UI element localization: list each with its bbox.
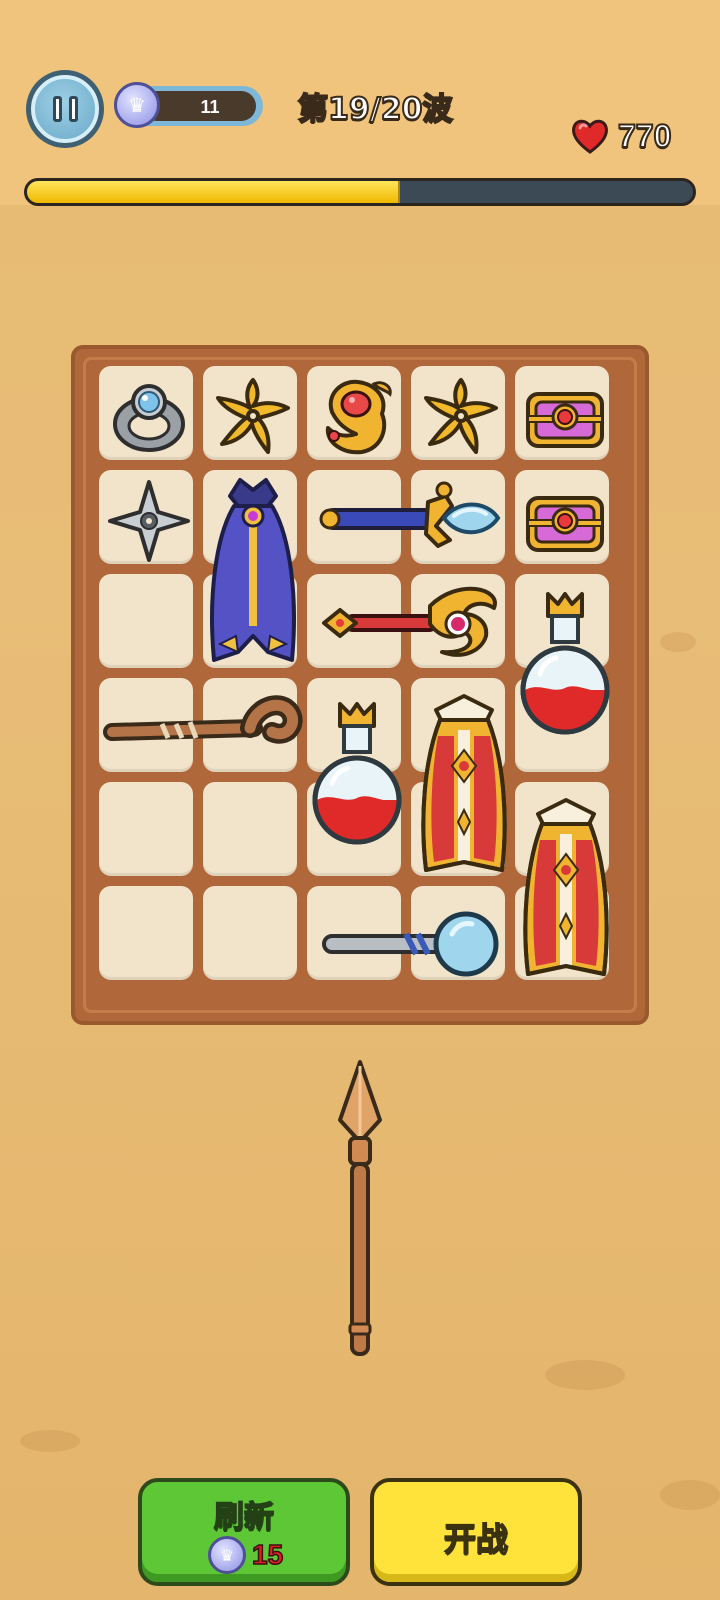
- wooden-crook-staff-icon[interactable]: [103, 692, 303, 770]
- grid-cell[interactable]: [203, 886, 297, 980]
- crown-gem-icon: ♛: [114, 82, 160, 128]
- health-value: 770: [617, 117, 672, 155]
- sand-patch: [660, 1480, 720, 1510]
- gold-amulet-icon[interactable]: [312, 372, 402, 462]
- grid-cell[interactable]: [99, 782, 193, 876]
- treasure-chest-icon[interactable]: [520, 372, 610, 462]
- battle-label: 开战: [443, 1519, 509, 1559]
- refresh-cost: ♛ 15: [208, 1536, 284, 1574]
- crown-gem-icon: ♛: [208, 1536, 246, 1574]
- game-stage: 11 ♛ 第19/20波 770 刷新 ♛ 15 开战: [0, 0, 720, 1600]
- purple-cape-icon[interactable]: [206, 476, 300, 672]
- refresh-label: 刷新: [213, 1499, 275, 1536]
- health-display: 770: [570, 116, 672, 156]
- wave-progress-bar: [24, 178, 696, 206]
- wave-progress-fill: [27, 181, 400, 203]
- refresh-cost-value: 15: [251, 1538, 284, 1571]
- silver-shuriken-icon[interactable]: [104, 476, 194, 566]
- silver-ring-icon[interactable]: [104, 372, 194, 462]
- sand-patch: [660, 632, 696, 652]
- treasure-chest-icon[interactable]: [520, 476, 610, 566]
- magnifier-wand-icon[interactable]: [318, 904, 508, 984]
- royal-robe-icon[interactable]: [416, 690, 512, 886]
- royal-robe-icon[interactable]: [518, 794, 614, 990]
- sand-patch: [545, 1360, 625, 1390]
- sand-patch: [20, 1430, 80, 1452]
- level-value: 11: [200, 97, 220, 117]
- pause-icon: [31, 75, 99, 143]
- grid-cell[interactable]: [99, 574, 193, 668]
- pause-button[interactable]: [26, 70, 104, 148]
- heart-icon: [570, 116, 610, 156]
- gold-shuriken-icon[interactable]: [208, 372, 298, 462]
- gold-shuriken-icon[interactable]: [416, 372, 506, 462]
- refresh-button[interactable]: 刷新 ♛ 15: [138, 1478, 350, 1586]
- grid-cell[interactable]: [203, 782, 297, 876]
- top-hud: 11 ♛ 第19/20波 770: [0, 0, 720, 206]
- grid-cell[interactable]: [99, 886, 193, 980]
- red-potion-icon[interactable]: [520, 590, 610, 760]
- red-potion-icon[interactable]: [312, 700, 402, 870]
- wooden-spear-icon[interactable]: [328, 1060, 392, 1360]
- start-battle-button[interactable]: 开战: [370, 1478, 582, 1586]
- crystal-wand-icon[interactable]: [318, 481, 508, 562]
- wave-counter: 第19/20波: [297, 91, 453, 128]
- ruby-scepter-icon[interactable]: [318, 580, 508, 668]
